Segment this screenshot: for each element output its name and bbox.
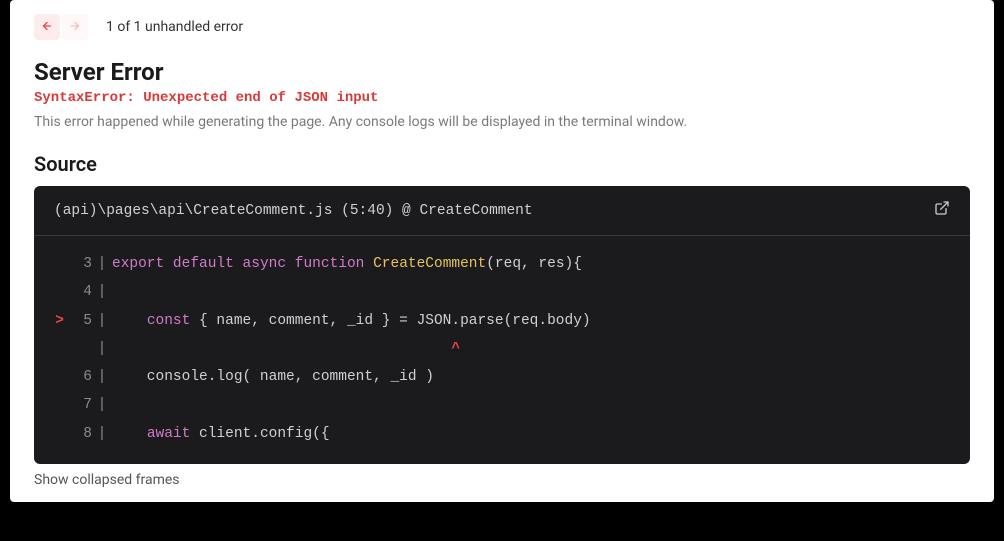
nav-buttons <box>34 14 88 40</box>
code-line: 4| <box>46 278 952 306</box>
code-content: export default async function CreateComm… <box>112 250 582 278</box>
code-line: 6| console.log( name, comment, _id ) <box>46 363 952 391</box>
error-line-marker <box>46 335 64 363</box>
line-number: 7 <box>64 391 92 419</box>
line-number: 6 <box>64 363 92 391</box>
code-content: const { name, comment, _id } = JSON.pars… <box>112 307 591 335</box>
error-dialog: 1 of 1 unhandled error Server Error Synt… <box>10 0 994 502</box>
line-number <box>64 335 92 363</box>
error-description: This error happened while generating the… <box>34 114 970 130</box>
error-line-marker <box>46 250 64 278</box>
error-line-marker <box>46 391 64 419</box>
code-content: await client.config({ <box>112 420 330 448</box>
code-content: console.log( name, comment, _id ) <box>112 363 434 391</box>
gutter-pipe: | <box>92 307 112 335</box>
code-line: | ^ <box>46 335 952 363</box>
error-line-marker <box>46 420 64 448</box>
file-location: (api)\pages\api\CreateComment.js (5:40) … <box>54 203 533 219</box>
code-line: 8| await client.config({ <box>46 420 952 448</box>
code-line: >5| const { name, comment, _id } = JSON.… <box>46 307 952 335</box>
gutter-pipe: | <box>92 420 112 448</box>
code-line: 7| <box>46 391 952 419</box>
gutter-pipe: | <box>92 335 112 363</box>
prev-error-button[interactable] <box>34 14 60 40</box>
error-line-marker: > <box>46 307 64 335</box>
line-number: 8 <box>64 420 92 448</box>
error-line-marker <box>46 278 64 306</box>
error-counter: 1 of 1 unhandled error <box>106 19 243 35</box>
line-number: 4 <box>64 278 92 306</box>
error-message: SyntaxError: Unexpected end of JSON inpu… <box>34 90 970 106</box>
gutter-pipe: | <box>92 363 112 391</box>
code-content: ^ <box>112 335 460 363</box>
gutter-pipe: | <box>92 391 112 419</box>
next-error-button[interactable] <box>62 14 88 40</box>
code-header: (api)\pages\api\CreateComment.js (5:40) … <box>34 186 970 236</box>
source-heading: Source <box>34 152 970 176</box>
show-collapsed-frames[interactable]: Show collapsed frames <box>34 472 970 488</box>
nav-row: 1 of 1 unhandled error <box>34 14 970 40</box>
error-title: Server Error <box>34 58 970 86</box>
line-number: 5 <box>64 307 92 335</box>
gutter-pipe: | <box>92 278 112 306</box>
code-line: 3|export default async function CreateCo… <box>46 250 952 278</box>
gutter-pipe: | <box>92 250 112 278</box>
code-box: (api)\pages\api\CreateComment.js (5:40) … <box>34 186 970 464</box>
error-line-marker <box>46 363 64 391</box>
code-body: 3|export default async function CreateCo… <box>34 236 970 464</box>
arrow-right-icon <box>69 19 81 35</box>
open-external-icon[interactable] <box>934 200 950 221</box>
line-number: 3 <box>64 250 92 278</box>
arrow-left-icon <box>41 19 53 35</box>
